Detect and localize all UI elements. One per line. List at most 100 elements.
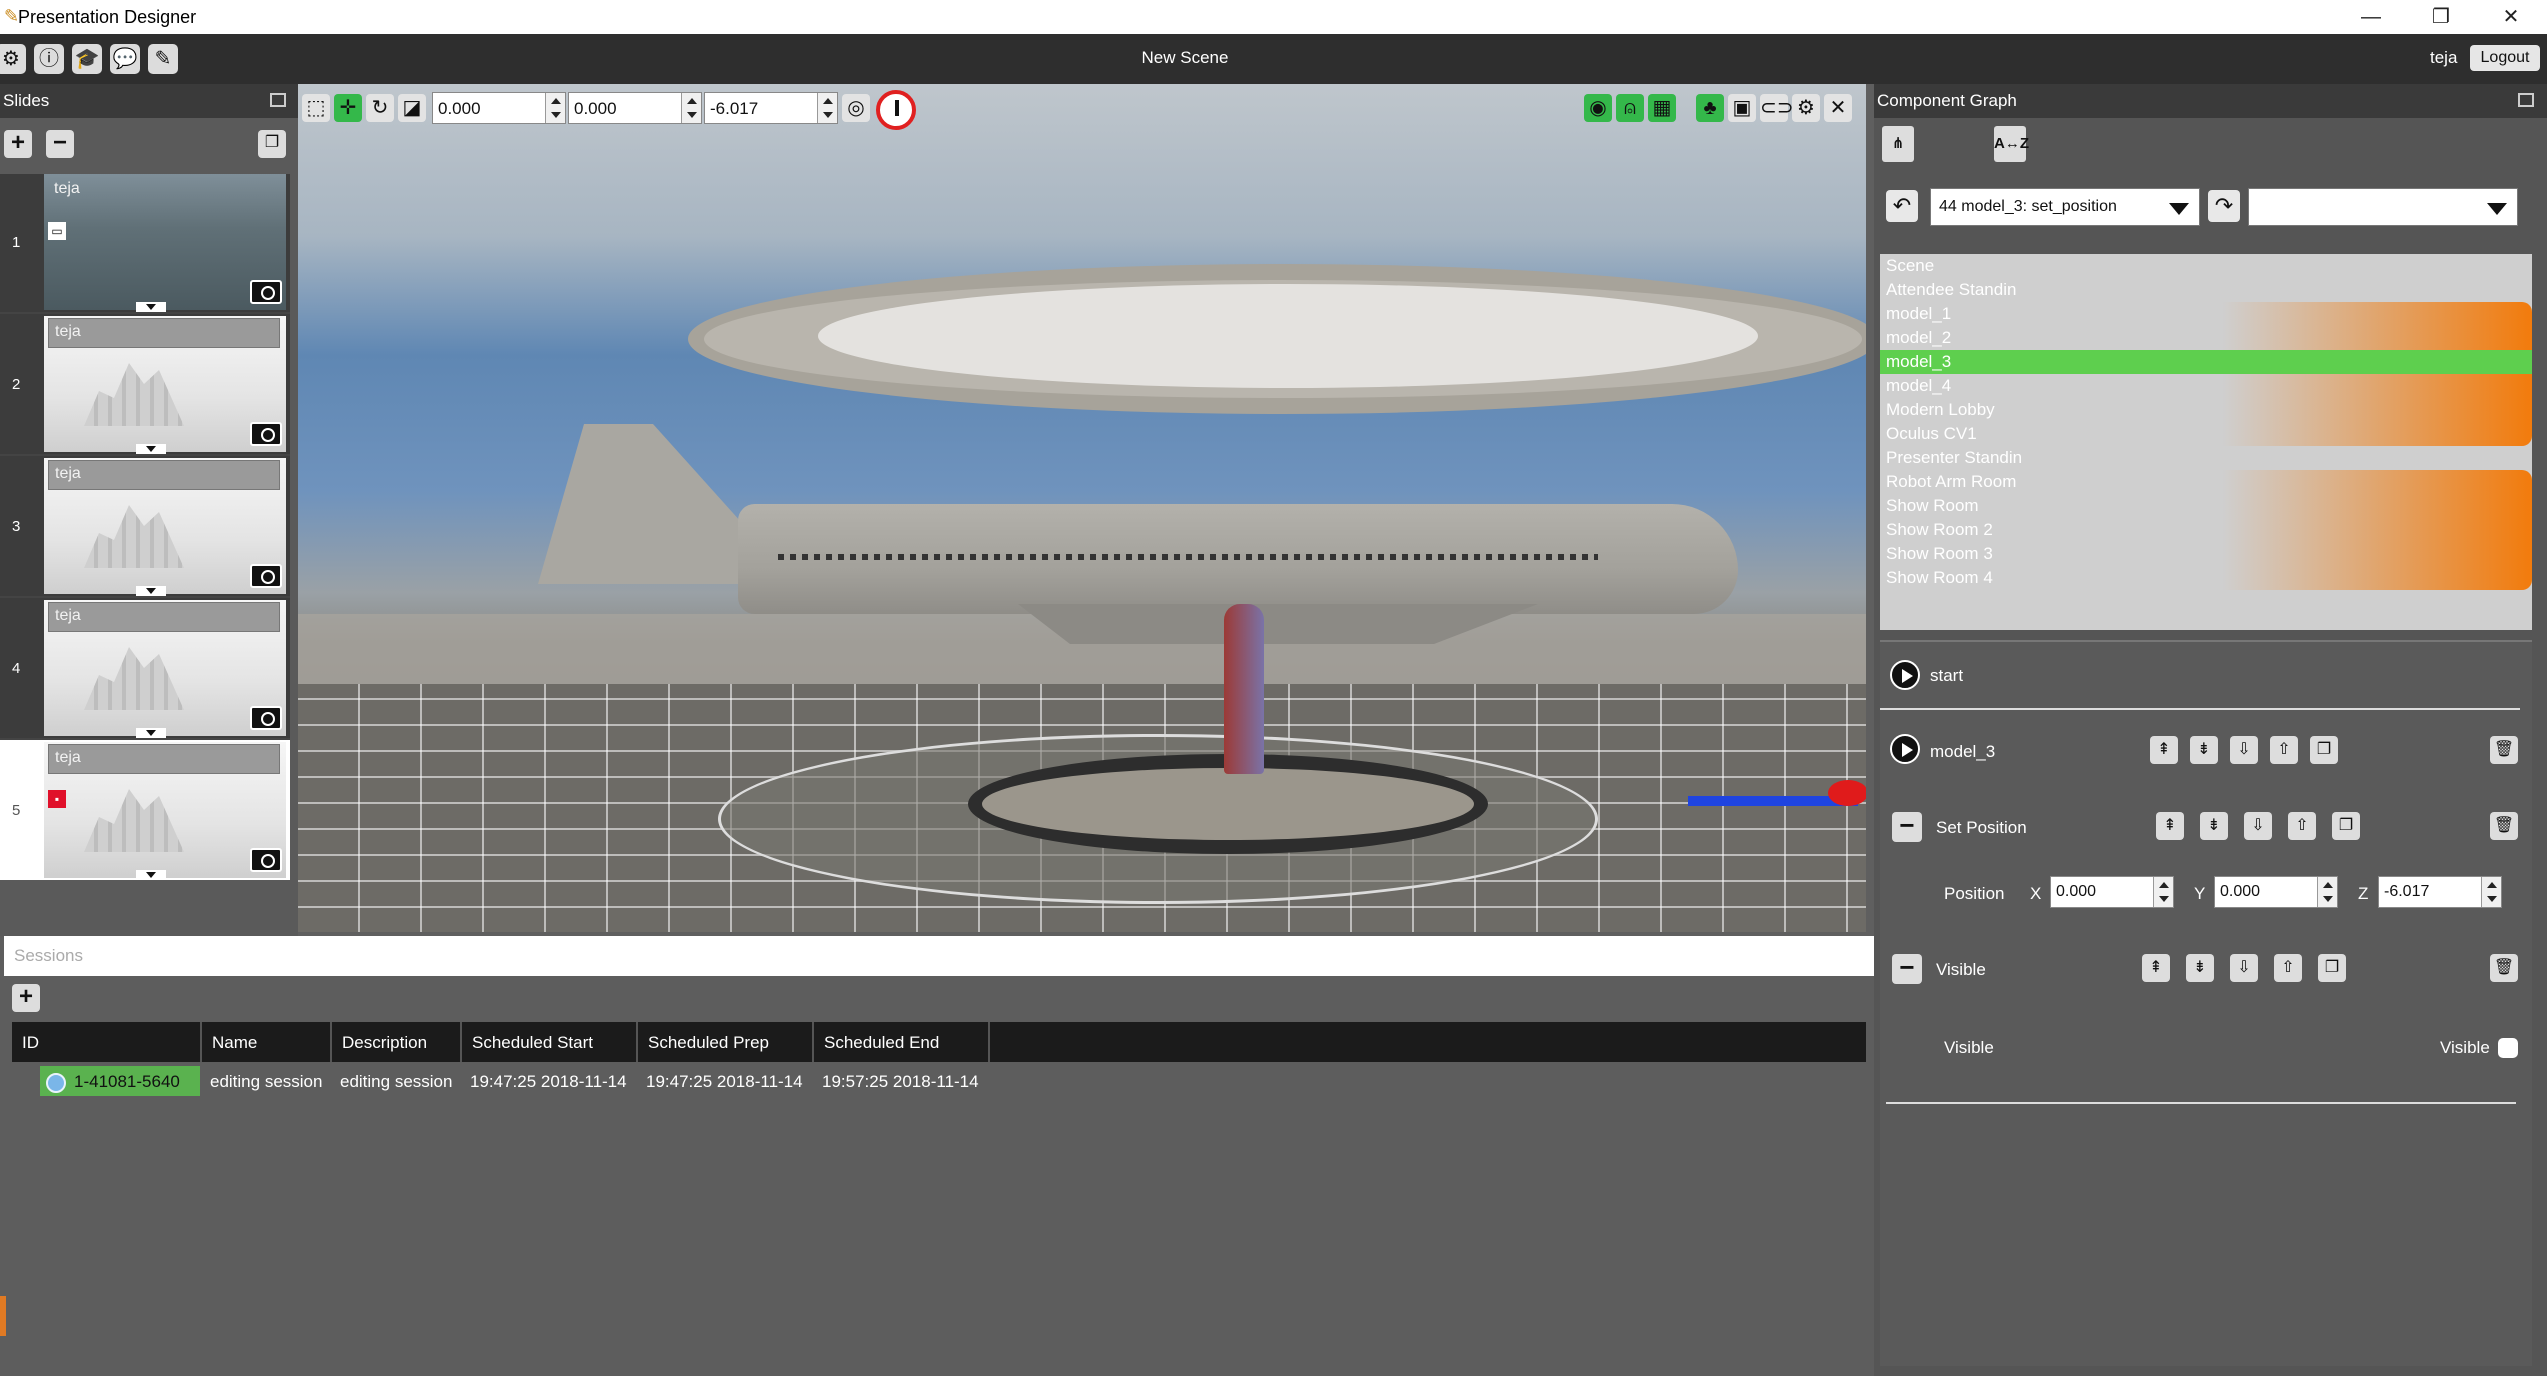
tree-item-show-room[interactable]: Show Room: [1880, 494, 2532, 518]
slide-label[interactable]: teja: [48, 602, 280, 632]
gizmo-x-axis[interactable]: [1828, 780, 1866, 806]
info-icon[interactable]: ⓘ: [34, 44, 64, 74]
slide-label[interactable]: teja: [48, 744, 280, 774]
camera-icon[interactable]: [250, 706, 282, 730]
column-scheduled-start[interactable]: Scheduled Start: [462, 1022, 638, 1062]
delete-node-icon[interactable]: 🗑: [2490, 736, 2518, 764]
collapse-set-position-button[interactable]: −: [1892, 812, 1922, 842]
slide-item-1[interactable]: 1 teja ▭: [0, 174, 290, 312]
redo-icon[interactable]: ↷: [2208, 190, 2240, 222]
snap-icon[interactable]: ◉: [1584, 94, 1612, 122]
move-up-icon[interactable]: ⇧: [2274, 954, 2302, 982]
undo-icon[interactable]: ↶: [1886, 190, 1918, 222]
scene-viewport[interactable]: ⬚ ✛ ↻ ◪ 0.000 0.000 -6.017 ◎ ◉ ⍝ ▦ ♣ ▣ ⊂…: [298, 84, 1866, 932]
add-above-icon[interactable]: ⇞: [2150, 736, 2178, 764]
add-above-icon[interactable]: ⇞: [2156, 812, 2184, 840]
move-up-icon[interactable]: ⇧: [2270, 736, 2298, 764]
grid-toggle-icon[interactable]: ▦: [1648, 94, 1676, 122]
spinner-icon[interactable]: [2153, 877, 2173, 907]
visible-checkbox[interactable]: [2498, 1038, 2518, 1058]
slide-expand-icon[interactable]: [136, 728, 166, 738]
copy-icon[interactable]: ❐: [2332, 812, 2360, 840]
tree-item-robot-arm-room[interactable]: Robot Arm Room: [1880, 470, 2532, 494]
camera-icon[interactable]: [250, 422, 282, 446]
add-session-button[interactable]: +: [12, 984, 40, 1012]
column-description[interactable]: Description: [332, 1022, 462, 1062]
position-z-field[interactable]: -6.017: [704, 92, 838, 124]
camera-icon[interactable]: [250, 280, 282, 304]
tree-item-modern-lobby[interactable]: Modern Lobby: [1880, 398, 2532, 422]
copy-slide-icon[interactable]: ❐: [258, 130, 286, 158]
tree-item-model-2[interactable]: model_2: [1880, 326, 2532, 350]
chat-icon[interactable]: 💬: [110, 44, 140, 74]
spinner-icon[interactable]: [2481, 877, 2501, 907]
add-slide-button[interactable]: +: [4, 130, 32, 158]
spinner-icon[interactable]: [2317, 877, 2337, 907]
vr-headset-icon[interactable]: ⊂⊃: [1760, 94, 1794, 122]
remove-slide-button[interactable]: −: [46, 130, 74, 158]
delete-action-icon[interactable]: 🗑: [2490, 954, 2518, 982]
slide-expand-icon[interactable]: [136, 586, 166, 596]
slide-item-4[interactable]: 4 teja: [0, 598, 290, 738]
move-up-icon[interactable]: ⇧: [2288, 812, 2316, 840]
tree-item-oculus-cv1[interactable]: Oculus CV1: [1880, 422, 2532, 446]
copy-icon[interactable]: ❐: [2310, 736, 2338, 764]
logout-button[interactable]: Logout: [2470, 45, 2540, 71]
add-below-icon[interactable]: ⇟: [2190, 736, 2218, 764]
play-start-icon[interactable]: [1890, 660, 1920, 690]
camera-icon[interactable]: [250, 848, 282, 872]
slide-label[interactable]: teja: [48, 318, 280, 348]
slide-item-5[interactable]: 5 teja ▪: [0, 740, 290, 880]
select-tool-icon[interactable]: ⬚: [302, 94, 330, 122]
tree-item-show-room-3[interactable]: Show Room 3: [1880, 542, 2532, 566]
redo-dropdown[interactable]: [2248, 188, 2518, 226]
slide-expand-icon[interactable]: [136, 302, 166, 312]
settings-icon[interactable]: ⚙: [0, 44, 26, 74]
collapse-visible-button[interactable]: −: [1892, 954, 1922, 984]
restore-button[interactable]: ❐: [2418, 3, 2464, 31]
spinner-icon[interactable]: [681, 93, 701, 123]
set-position-z-field[interactable]: -6.017: [2378, 876, 2502, 908]
edit-icon[interactable]: ✎: [148, 44, 178, 74]
viewport-settings-icon[interactable]: ⚙: [1792, 94, 1820, 122]
play-node-icon[interactable]: [1890, 734, 1920, 764]
add-above-icon[interactable]: ⇞: [2142, 954, 2170, 982]
sort-az-button[interactable]: A↔Z: [1994, 126, 2029, 162]
rotate-tool-icon[interactable]: ↻: [366, 94, 394, 122]
move-down-icon[interactable]: ⇩: [2244, 812, 2272, 840]
minimize-button[interactable]: —: [2348, 3, 2394, 31]
spinner-icon[interactable]: [817, 93, 837, 123]
copy-icon[interactable]: ❐: [2318, 954, 2346, 982]
slide-item-2[interactable]: 2 teja: [0, 314, 290, 454]
tree-item-model-1[interactable]: model_1: [1880, 302, 2532, 326]
tree-item-model-3[interactable]: model_3: [1880, 350, 2532, 374]
session-id-cell[interactable]: 1-41081-5640: [40, 1066, 200, 1096]
tree-item-presenter-standin[interactable]: Presenter Standin: [1880, 446, 2532, 470]
scale-tool-icon[interactable]: ◪: [398, 94, 426, 122]
presenter-standin-figure[interactable]: [1224, 604, 1264, 774]
add-below-icon[interactable]: ⇟: [2186, 954, 2214, 982]
column-name[interactable]: Name: [202, 1022, 332, 1062]
column-id[interactable]: ID: [12, 1022, 202, 1062]
lock-view-icon[interactable]: ⍝: [1616, 94, 1644, 122]
speed-gauge-icon[interactable]: [876, 90, 916, 130]
close-viewport-icon[interactable]: ✕: [1824, 94, 1852, 122]
tree-item-attendee-standin[interactable]: Attendee Standin: [1880, 278, 2532, 302]
add-below-icon[interactable]: ⇟: [2200, 812, 2228, 840]
slide-item-3[interactable]: 3 teja: [0, 456, 290, 596]
slide-label[interactable]: teja: [48, 460, 280, 490]
table-row[interactable]: 1-41081-5640 editing session editing ses…: [12, 1066, 1866, 1098]
camera-icon[interactable]: [250, 564, 282, 588]
camera-view-icon[interactable]: ▣: [1728, 94, 1756, 122]
column-scheduled-prep[interactable]: Scheduled Prep: [638, 1022, 814, 1062]
column-scheduled-end[interactable]: Scheduled End: [814, 1022, 990, 1062]
close-window-button[interactable]: ✕: [2488, 3, 2534, 31]
delete-action-icon[interactable]: 🗑: [2490, 812, 2518, 840]
slide-expand-icon[interactable]: [136, 870, 166, 880]
move-down-icon[interactable]: ⇩: [2230, 954, 2258, 982]
set-position-y-field[interactable]: 0.000: [2214, 876, 2338, 908]
tree-item-scene[interactable]: Scene: [1880, 254, 2532, 278]
set-position-x-field[interactable]: 0.000: [2050, 876, 2174, 908]
undock-icon[interactable]: [2518, 93, 2534, 107]
undock-icon[interactable]: [270, 93, 286, 107]
